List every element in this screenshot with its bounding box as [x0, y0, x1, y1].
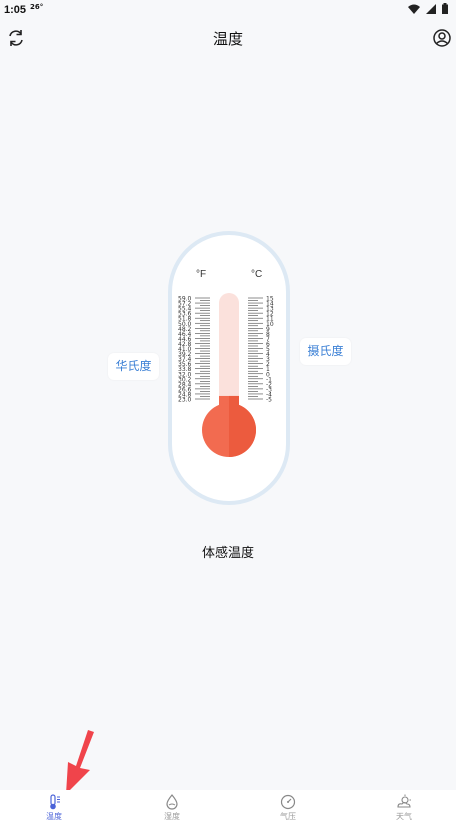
tab-label: 湿度: [164, 812, 180, 821]
tab-label: 温度: [46, 812, 62, 821]
thermometer: 59.057.255.453.651.850.048.246.444.642.8…: [168, 231, 290, 505]
celsius-tick-label: -5: [266, 397, 272, 404]
status-temperature: 26°: [30, 3, 44, 11]
fahrenheit-unit-label: °F: [196, 269, 207, 280]
tab-pressure[interactable]: 气压: [258, 790, 318, 822]
fahrenheit-tick-label: 23.0: [178, 397, 192, 404]
profile-icon[interactable]: [431, 27, 453, 49]
fahrenheit-button[interactable]: 华氏度: [108, 353, 159, 380]
wifi-icon: [408, 4, 420, 14]
bottom-tab-bar: 温度 湿度 气压 天气: [0, 790, 456, 822]
tab-humidity[interactable]: 湿度: [142, 790, 202, 822]
pressure-gauge-icon: [280, 794, 296, 810]
app-header: 温度: [0, 22, 456, 54]
status-bar: 1:05 26°: [0, 0, 456, 22]
celsius-unit-label: °C: [251, 269, 263, 280]
celsius-button[interactable]: 摄氏度: [300, 338, 351, 365]
page-title: 温度: [212, 30, 243, 48]
tab-label: 气压: [280, 812, 296, 821]
thermometer-icon: [50, 794, 60, 810]
status-time: 1:05: [4, 4, 27, 16]
annotation-arrow: [66, 730, 94, 794]
battery-icon: [442, 3, 448, 14]
status-icons: [408, 3, 448, 14]
feels-like-label: 体感温度: [201, 546, 254, 561]
tab-label: 天气: [396, 812, 412, 821]
thermometer-mercury-shade: [229, 395, 239, 436]
weather-icon: [397, 794, 411, 808]
tab-weather[interactable]: 天气: [374, 790, 434, 822]
tab-temperature[interactable]: 温度: [24, 790, 84, 822]
signal-icon: [426, 3, 436, 14]
humidity-icon: [166, 794, 178, 810]
